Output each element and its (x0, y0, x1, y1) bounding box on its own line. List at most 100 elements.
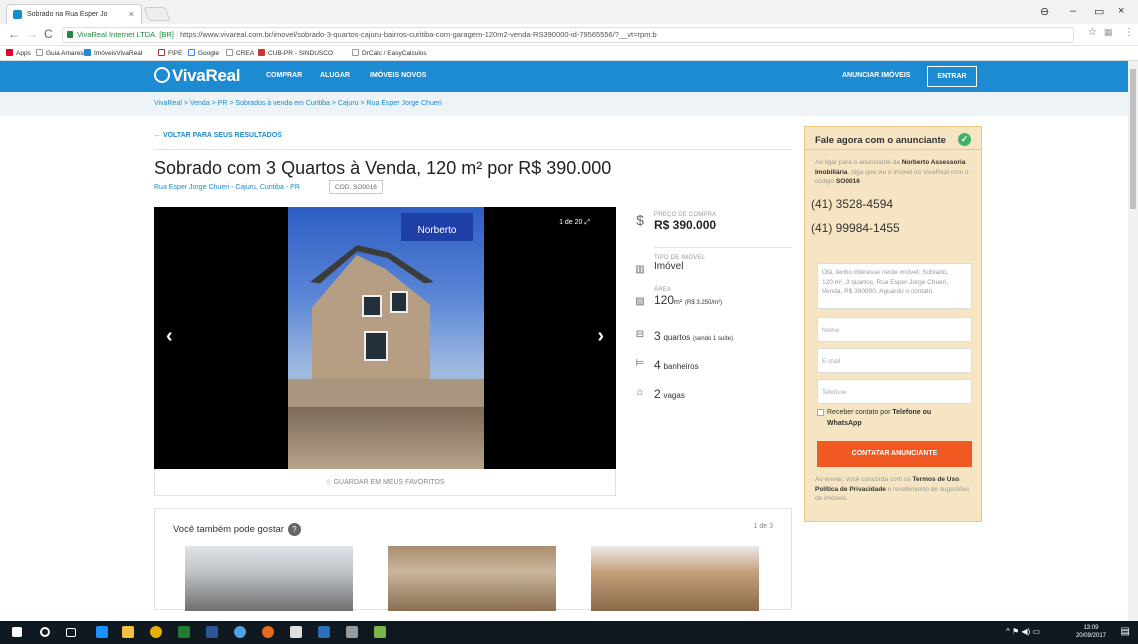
parking-feature: ⌂ 2 vagas (634, 387, 685, 401)
reload-icon[interactable]: C (44, 27, 53, 41)
app-icon[interactable] (234, 626, 246, 638)
site-identity: VivaReal Internet LTDA. [BR] (77, 30, 174, 39)
contact-advertiser-button[interactable]: CONTATAR ANUNCIANTE (817, 441, 972, 467)
next-photo-icon[interactable]: › (597, 325, 604, 348)
notifications-icon[interactable]: ▤ (1121, 626, 1130, 637)
phone-input[interactable]: Telefone (817, 379, 972, 404)
page-icon (226, 49, 233, 56)
star-icon[interactable]: ☆ (1088, 27, 1097, 38)
type-feature: ▥ TIPO DE IMÓVEL Imóvel (634, 255, 705, 275)
explorer-icon[interactable] (122, 626, 134, 638)
save-favorite-button[interactable]: ☆ GUARDAR EM MEUS FAVORITOS (154, 469, 616, 496)
forward-icon[interactable]: → (26, 27, 38, 41)
minimize-icon[interactable]: – (1070, 5, 1076, 17)
type-value: Imóvel (654, 261, 684, 272)
bookmark-apps[interactable]: Apps (6, 49, 31, 57)
cub-icon (258, 49, 265, 56)
back-icon[interactable]: ← (8, 27, 20, 41)
apps-icon (6, 49, 13, 56)
nav-anunciar[interactable]: ANUNCIAR IMÓVEIS (842, 72, 910, 79)
suggestion-card[interactable] (185, 546, 353, 611)
site-header: VivaReal COMPRAR ALUGAR IMÓVEIS NOVOS AN… (0, 61, 1128, 92)
browser-tab-strip: Sobrado na Rua Esper Jo × ⊖ – ▭ × (0, 0, 1138, 24)
page-title: Sobrado com 3 Quartos à Venda, 120 m² po… (154, 158, 612, 178)
extension-icon[interactable]: ▦ (1104, 27, 1113, 38)
url-input[interactable]: VivaReal Internet LTDA. [BR] | https://w… (62, 27, 1074, 43)
contact-intro: Ao ligar para o anunciante da Norberto A… (815, 159, 969, 185)
bookmark-fipe[interactable]: FIPE (158, 49, 182, 57)
bookmark-imoveis[interactable]: ImóveisVivaReal (84, 49, 142, 57)
page-icon (36, 49, 43, 56)
breadcrumb[interactable]: VivaReal > Venda > PR > Sobrados à venda… (0, 92, 1128, 116)
area-icon: ▨ (635, 296, 645, 307)
lock-icon (67, 31, 73, 38)
checkbox-icon[interactable] (817, 409, 824, 416)
vivareal-logo[interactable]: VivaReal (154, 66, 240, 86)
logo-icon (154, 67, 170, 83)
close-tab-icon[interactable]: × (129, 5, 134, 24)
garage-icon: ⌂ (636, 387, 644, 398)
scrollbar-thumb[interactable] (1130, 69, 1136, 209)
account-icon[interactable]: ⊖ (1040, 5, 1049, 18)
previous-photo-icon[interactable]: ‹ (166, 325, 173, 348)
area-feature: ▨ ÁREA 120m² (R$ 3.250/m²) (634, 287, 722, 307)
nav-imoveis-novos[interactable]: IMÓVEIS NOVOS (370, 72, 426, 79)
bed-icon: ⊟ (635, 329, 645, 340)
app-icon[interactable] (374, 626, 386, 638)
address-bar-row: ← → C VivaReal Internet LTDA. [BR] | htt… (0, 24, 1138, 46)
bookmark-crea[interactable]: CREA (226, 49, 254, 57)
bookmark-google[interactable]: Google (188, 49, 219, 57)
app-icon[interactable] (318, 626, 330, 638)
photo-counter: 1 de 20 ⤢ (559, 219, 590, 226)
edge-icon[interactable] (96, 626, 108, 638)
menu-icon[interactable]: ⋮ (1124, 27, 1134, 38)
mail-icon[interactable] (290, 626, 302, 638)
bookmark-drcalc[interactable]: DrCalc / EasyCalculos (352, 49, 427, 57)
fullscreen-icon[interactable]: ⤢ (584, 219, 590, 226)
contact-form-panel: Fale agora com o anunciante ✓ Ao ligar p… (804, 126, 982, 522)
close-window-icon[interactable]: × (1118, 5, 1124, 17)
login-button[interactable]: ENTRAR (927, 66, 977, 87)
bookmark-cub[interactable]: CUB-PR - SINDUSCO (258, 49, 333, 57)
excel-icon[interactable] (178, 626, 190, 638)
clock[interactable]: 13:09 20/09/2017 (1076, 624, 1106, 640)
nav-alugar[interactable]: ALUGAR (320, 72, 350, 79)
suggestion-card[interactable] (388, 546, 556, 611)
bookmark-guia-amarela[interactable]: Guia Amarela (36, 49, 85, 57)
search-icon[interactable] (40, 627, 50, 637)
windows-start-icon[interactable] (12, 627, 22, 637)
url-text: https://www.vivareal.com.br/imovel/sobra… (180, 30, 657, 39)
listing-address[interactable]: Rua Esper Jorge Chueri - Cajuru, Curitib… (154, 184, 300, 191)
back-to-results-link[interactable]: ← VOLTAR PARA SEUS RESULTADOS (154, 132, 282, 139)
contact-title: Fale agora com o anunciante ✓ (805, 127, 981, 150)
phone-number-2[interactable]: (41) 99984-1455 (805, 211, 981, 235)
restore-icon[interactable]: ▭ (1094, 5, 1104, 18)
name-input[interactable]: Nome (817, 317, 972, 342)
chrome-icon[interactable] (150, 626, 162, 638)
whatsapp-checkbox[interactable]: Receber contato por Telefone ou WhatsApp (817, 407, 967, 429)
new-tab-button[interactable] (143, 7, 171, 21)
browser-tab[interactable]: Sobrado na Rua Esper Jo × (6, 4, 142, 24)
price-value: R$ 390.000 (654, 218, 717, 232)
suggestions-counter: 1 de 3 (753, 523, 773, 530)
message-textarea[interactable]: Olá, tenho interesse neste imóvel: Sobra… (817, 263, 972, 309)
help-icon[interactable]: ? (287, 523, 301, 536)
task-view-icon[interactable] (66, 628, 76, 637)
word-icon[interactable] (206, 626, 218, 638)
windows-taskbar: ^ ⚑ ◀) ▭ 13:09 20/09/2017 ▤ (0, 621, 1138, 644)
firefox-icon[interactable] (262, 626, 274, 638)
terms-link[interactable]: Termos de Uso (913, 476, 959, 483)
divider (654, 247, 792, 248)
suggestion-card[interactable] (591, 546, 759, 611)
phone-number-1[interactable]: (41) 3528-4594 (805, 187, 981, 211)
suggestions-title: Você também pode gostar? (173, 523, 301, 536)
page-scrollbar[interactable] (1128, 61, 1138, 621)
app-icon[interactable] (346, 626, 358, 638)
bookmarks-bar: Apps Guia Amarela ImóveisVivaReal FIPE G… (0, 46, 1138, 61)
photo-gallery[interactable]: Norberto 1 de 20 ⤢ ‹ › (154, 207, 616, 469)
email-input[interactable]: E-mail (817, 348, 972, 373)
agency-watermark-logo: Norberto (401, 213, 473, 241)
system-tray-icons[interactable]: ^ ⚑ ◀) ▭ (1006, 627, 1040, 636)
nav-comprar[interactable]: COMPRAR (266, 72, 302, 79)
privacy-link[interactable]: Política de Privacidade (815, 486, 886, 493)
